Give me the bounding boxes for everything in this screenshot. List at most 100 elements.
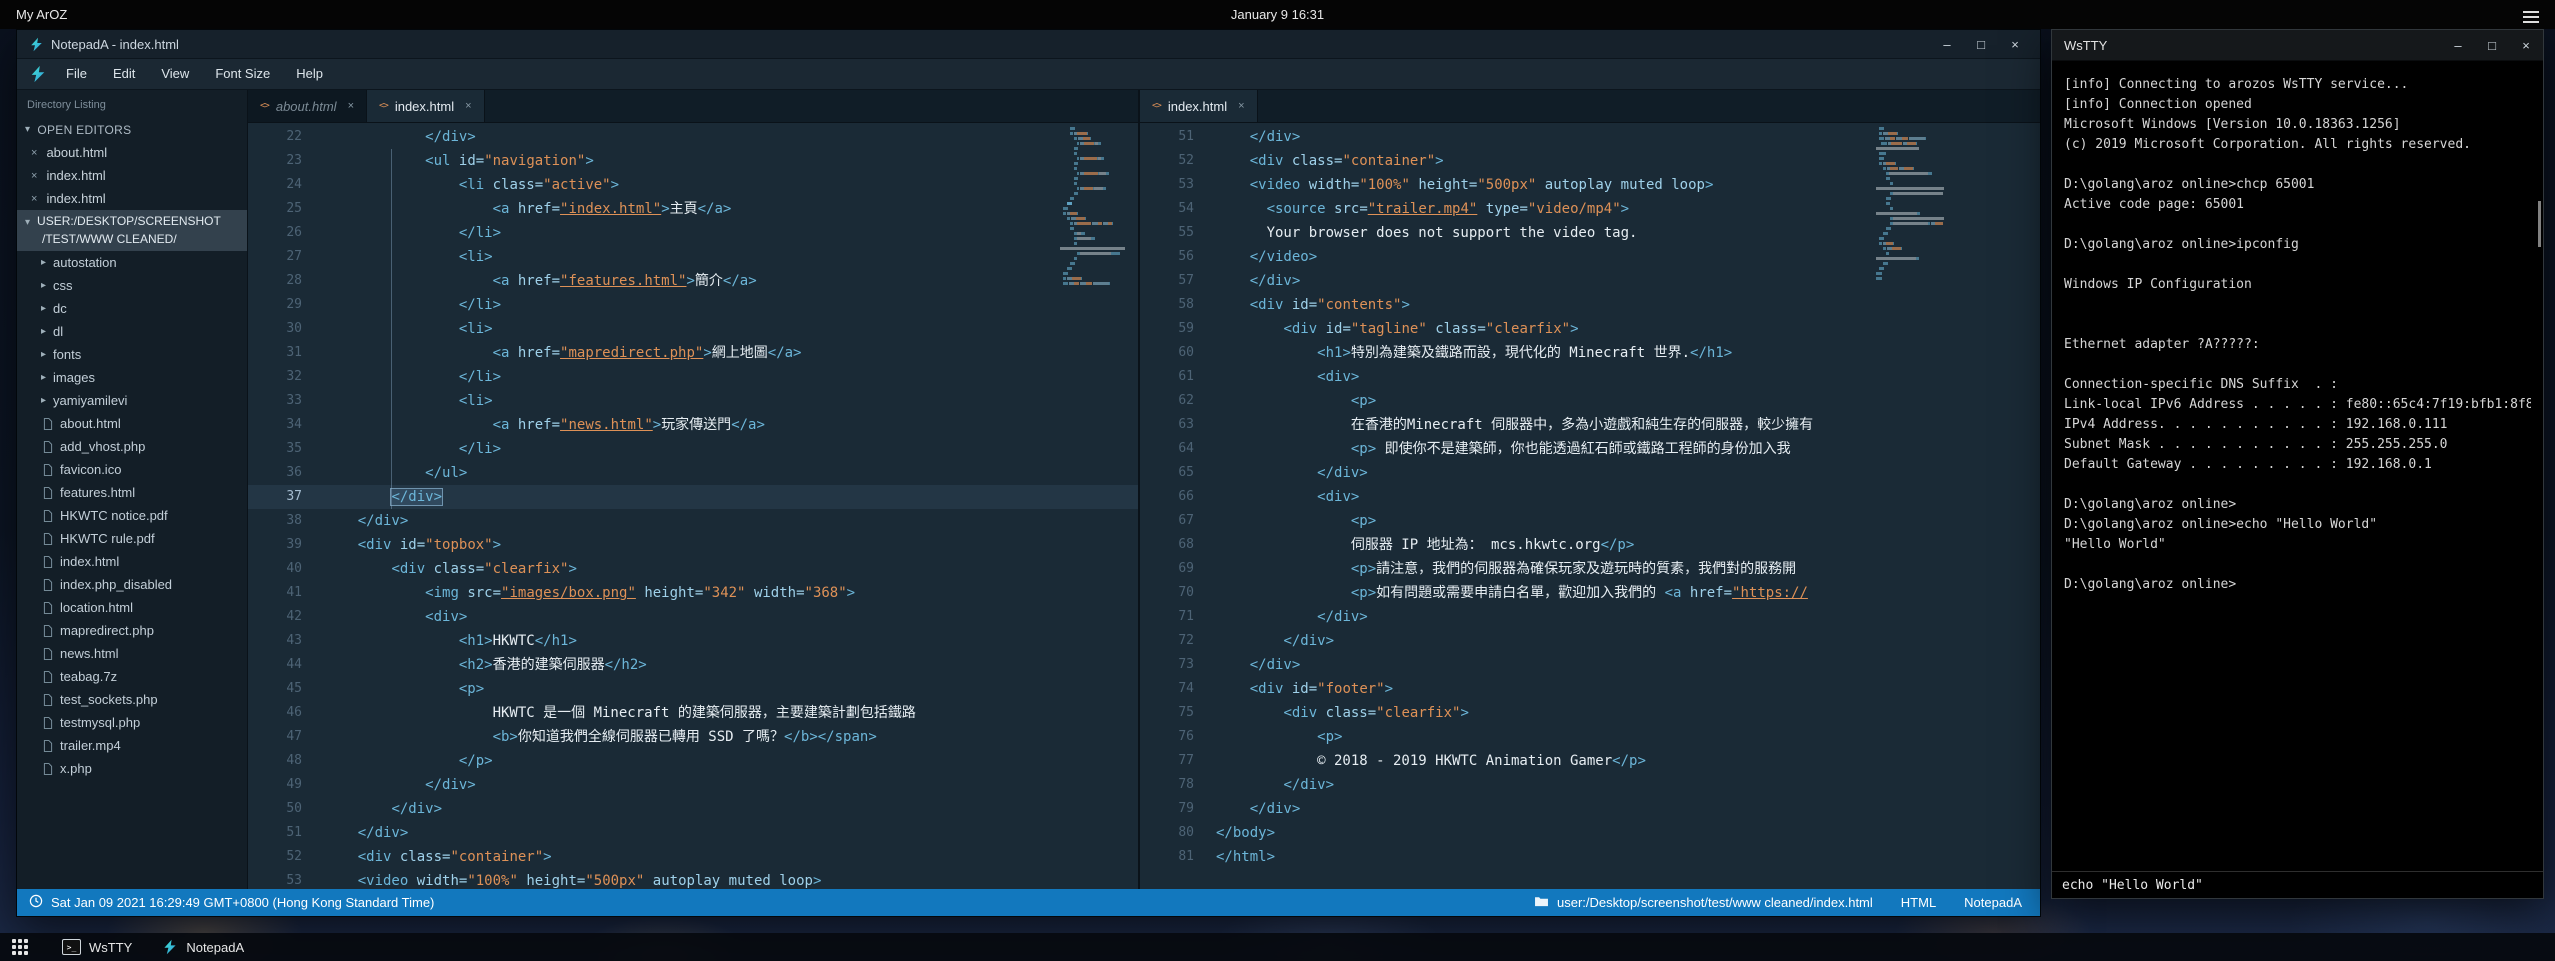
file-about.html[interactable]: about.html xyxy=(17,412,247,435)
close-icon[interactable]: × xyxy=(1238,100,1244,112)
terminal-input[interactable]: echo "Hello World" xyxy=(2052,871,2543,898)
close-icon[interactable]: × xyxy=(31,170,37,182)
tab-index.html[interactable]: <>index.html× xyxy=(1140,90,1258,122)
close-icon[interactable]: × xyxy=(465,100,471,112)
file-HKWTC notice.pdf[interactable]: HKWTC notice.pdf xyxy=(17,504,247,527)
open-editors-section[interactable]: ▾ OPEN EDITORS xyxy=(17,118,247,141)
folder-css[interactable]: ▸css xyxy=(17,274,247,297)
minimize-button[interactable]: – xyxy=(2441,38,2475,53)
file-index.html[interactable]: index.html xyxy=(17,550,247,573)
menu-edit[interactable]: Edit xyxy=(100,59,148,89)
close-icon[interactable]: × xyxy=(348,100,354,112)
statusbar: Sat Jan 09 2021 16:29:49 GMT+0800 (Hong … xyxy=(17,889,2040,916)
file-teabag.7z[interactable]: teabag.7z xyxy=(17,665,247,688)
os-app-name[interactable]: My ArOZ xyxy=(0,7,67,22)
code-line: 53 <video width="100%" height="500px" au… xyxy=(248,869,1138,889)
scrollbar-thumb[interactable] xyxy=(2538,201,2541,247)
file-name: testmysql.php xyxy=(60,715,140,730)
folder-dl[interactable]: ▸dl xyxy=(17,320,247,343)
code-line: 51 </div> xyxy=(248,821,1138,845)
open-editor-index.html[interactable]: × index.html xyxy=(17,187,247,210)
maximize-button[interactable]: □ xyxy=(1964,37,1998,52)
taskbar-item-notepada[interactable]: NotepadA xyxy=(162,939,244,955)
file-add_vhost.php[interactable]: add_vhost.php xyxy=(17,435,247,458)
chevron-right-icon: ▸ xyxy=(41,303,46,314)
code-editor-right[interactable]: 51 </div>52 <div class="container">53 <v… xyxy=(1140,123,2040,889)
line-number: 25 xyxy=(248,197,316,221)
notepada-titlebar[interactable]: NotepadA - index.html – □ × xyxy=(17,30,2040,59)
code-line: 78 </div> xyxy=(1140,773,2040,797)
file-name: x.php xyxy=(60,761,92,776)
menu-view[interactable]: View xyxy=(148,59,202,89)
open-editor-about.html[interactable]: ×about.html xyxy=(17,141,247,164)
statusbar-language[interactable]: HTML xyxy=(1901,895,1936,910)
taskbar-item-wstty[interactable]: >_ WsTTY xyxy=(62,939,132,955)
file-icon xyxy=(43,671,53,683)
maximize-button[interactable]: □ xyxy=(2475,38,2509,53)
line-number: 32 xyxy=(248,365,316,389)
terminal-line xyxy=(2064,355,2531,375)
left-tabbar: <>about.html×<>index.html× xyxy=(248,90,1138,123)
line-number: 72 xyxy=(1140,629,1208,653)
file-features.html[interactable]: features.html xyxy=(17,481,247,504)
folder-yamiyamilevi[interactable]: ▸yamiyamilevi xyxy=(17,389,247,412)
close-icon[interactable]: × xyxy=(31,147,37,159)
close-button[interactable]: × xyxy=(2509,38,2543,53)
file-index.php_disabled[interactable]: index.php_disabled xyxy=(17,573,247,596)
file-HKWTC rule.pdf[interactable]: HKWTC rule.pdf xyxy=(17,527,247,550)
file-icon xyxy=(43,487,53,499)
menu-help[interactable]: Help xyxy=(283,59,336,89)
terminal-output[interactable]: [info] Connecting to arozos WsTTY servic… xyxy=(2052,61,2543,871)
close-icon[interactable]: × xyxy=(31,193,37,205)
file-icon xyxy=(43,418,53,430)
file-name: teabag.7z xyxy=(60,669,117,684)
line-number: 38 xyxy=(248,509,316,533)
file-x.php[interactable]: x.php xyxy=(17,757,247,780)
code-line: 75 <div class="clearfix"> xyxy=(1140,701,2040,725)
minimap[interactable] xyxy=(1876,127,1944,282)
folder-fonts[interactable]: ▸fonts xyxy=(17,343,247,366)
code-line: 71 </div> xyxy=(1140,605,2040,629)
folder-autostation[interactable]: ▸autostation xyxy=(17,251,247,274)
file-icon xyxy=(43,717,53,729)
file-test_sockets.php[interactable]: test_sockets.php xyxy=(17,688,247,711)
menu-file[interactable]: File xyxy=(53,59,100,89)
close-button[interactable]: × xyxy=(1998,37,2032,52)
line-number: 69 xyxy=(1140,557,1208,581)
tab-index.html[interactable]: <>index.html× xyxy=(367,90,485,122)
code-line: 37 </div> xyxy=(248,485,1138,509)
notepada-logo-icon xyxy=(162,939,178,955)
file-favicon.ico[interactable]: favicon.ico xyxy=(17,458,247,481)
folder-dc[interactable]: ▸dc xyxy=(17,297,247,320)
os-clock: January 9 16:31 xyxy=(1231,7,1324,22)
code-editor-left[interactable]: 22 </div>23 <ul id="navigation">24 <li c… xyxy=(248,123,1138,889)
file-mapredirect.php[interactable]: mapredirect.php xyxy=(17,619,247,642)
file-name: index.html xyxy=(46,191,105,206)
hamburger-menu-icon[interactable] xyxy=(2523,8,2539,26)
file-news.html[interactable]: news.html xyxy=(17,642,247,665)
minimize-button[interactable]: – xyxy=(1930,37,1964,52)
workspace-folder-header[interactable]: ▾USER:/DESKTOP/SCREENSHOT /TEST/WWW CLEA… xyxy=(17,210,247,251)
file-location.html[interactable]: location.html xyxy=(17,596,247,619)
wstty-titlebar[interactable]: WsTTY – □ × xyxy=(2052,30,2543,61)
start-menu-button[interactable] xyxy=(12,939,28,955)
line-number: 55 xyxy=(1140,221,1208,245)
code-line: 77 © 2018 - 2019 HKWTC Animation Gamer</… xyxy=(1140,749,2040,773)
terminal-line xyxy=(2064,295,2531,315)
file-icon xyxy=(43,464,53,476)
minimap[interactable] xyxy=(1060,127,1128,287)
line-number: 70 xyxy=(1140,581,1208,605)
code-line: 81</html> xyxy=(1140,845,2040,869)
chevron-right-icon: ▸ xyxy=(41,257,46,268)
desktop: My ArOZ January 9 16:31 NotepadA - index… xyxy=(0,0,2555,961)
folder-images[interactable]: ▸images xyxy=(17,366,247,389)
menu-font-size[interactable]: Font Size xyxy=(202,59,283,89)
file-testmysql.php[interactable]: testmysql.php xyxy=(17,711,247,734)
line-number: 80 xyxy=(1140,821,1208,845)
file-trailer.mp4[interactable]: trailer.mp4 xyxy=(17,734,247,757)
tab-about.html[interactable]: <>about.html× xyxy=(248,90,367,122)
open-editors-label: OPEN EDITORS xyxy=(37,123,131,137)
file-icon xyxy=(43,694,53,706)
folder-name: fonts xyxy=(53,347,81,362)
open-editor-index.html[interactable]: ×index.html xyxy=(17,164,247,187)
